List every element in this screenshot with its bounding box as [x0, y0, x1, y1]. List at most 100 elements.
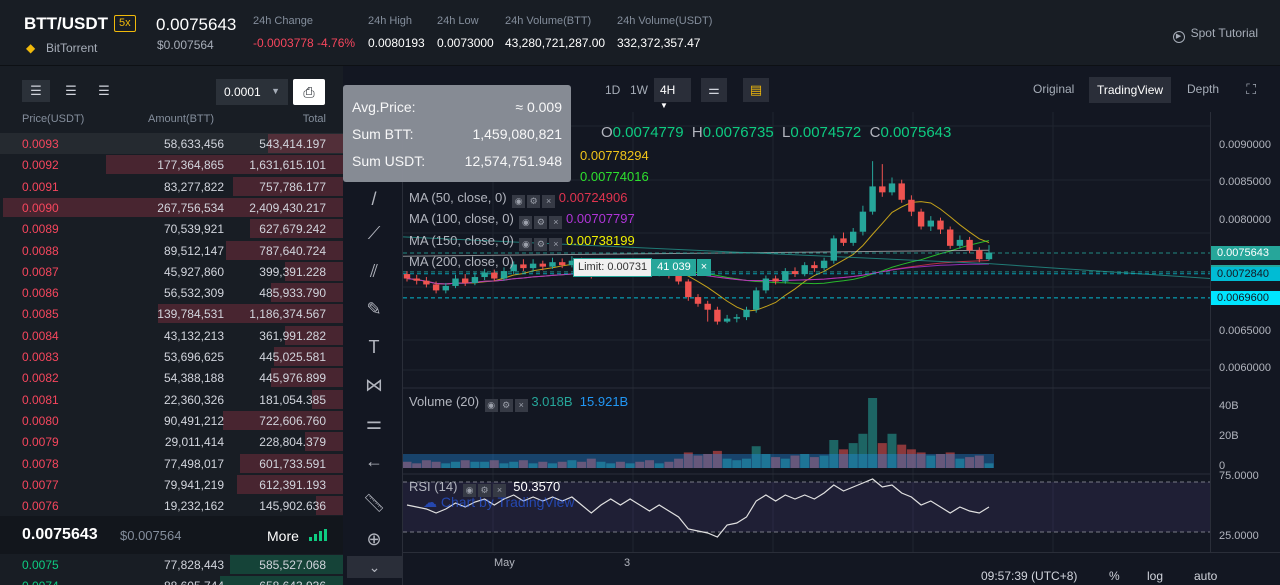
- timeframe-4h[interactable]: 4H ▼: [654, 78, 691, 110]
- ma-200-legend[interactable]: MA (200, close, 0): [409, 254, 514, 269]
- fullscreen-icon[interactable]: ⛶: [1246, 81, 1256, 98]
- price-tag: 0.0069600: [1211, 290, 1280, 305]
- asks-only-view-icon[interactable]: ☰: [90, 80, 118, 102]
- ma-value-top-1: 0.00778294: [580, 148, 649, 163]
- close-icon[interactable]: ×: [549, 238, 563, 251]
- last-price-usd: $0.007564: [157, 38, 214, 52]
- pattern-tool-icon[interactable]: ⋈: [361, 372, 387, 398]
- gear-icon[interactable]: ⚙: [527, 195, 541, 208]
- eye-icon[interactable]: ◉: [512, 195, 526, 208]
- ask-row[interactable]: 0.0077 79,941,219 612,391.193: [0, 474, 343, 495]
- ask-row[interactable]: 0.0084 43,132,213 361,991.282: [0, 325, 343, 346]
- candle-body: [791, 271, 799, 275]
- chevron-down-icon[interactable]: ⌄: [347, 556, 402, 578]
- ask-row[interactable]: 0.0079 29,011,414 228,804.379: [0, 431, 343, 452]
- view-depth[interactable]: Depth: [1187, 82, 1219, 96]
- candle-body: [762, 278, 770, 291]
- bids-only-view-icon[interactable]: ☰: [57, 80, 85, 102]
- ask-total: 228,804.379: [259, 435, 326, 450]
- ask-row[interactable]: 0.0091 83,277,822 757,786.177: [0, 176, 343, 197]
- indicators-icon[interactable]: ⚌: [701, 78, 727, 102]
- eye-icon[interactable]: ◉: [519, 216, 533, 229]
- market-header: BTT/USDT 5x ◆ BitTorrent 0.0075643 $0.00…: [0, 0, 1280, 66]
- ma-label: MA (200, close, 0): [409, 254, 514, 269]
- candle-body: [452, 278, 459, 286]
- ask-row[interactable]: 0.0090 267,756,534 2,409,430.217: [0, 197, 343, 218]
- gear-icon[interactable]: ⚙: [534, 216, 548, 229]
- stat-value: 0.0080193: [368, 36, 425, 50]
- brush-tool-icon[interactable]: ✎: [361, 296, 387, 322]
- ask-row[interactable]: 0.0089 70,539,921 627,679.242: [0, 218, 343, 239]
- log-toggle[interactable]: log: [1147, 569, 1163, 583]
- more-link[interactable]: More: [267, 528, 299, 544]
- ask-row[interactable]: 0.0085 139,784,531 1,186,374.567: [0, 303, 343, 324]
- ask-row[interactable]: 0.0080 90,491,212 722,606.760: [0, 410, 343, 431]
- zoom-in-icon[interactable]: ⊕: [361, 526, 387, 552]
- ask-row[interactable]: 0.0087 45,927,860 399,391.228: [0, 261, 343, 282]
- auto-toggle[interactable]: auto: [1194, 569, 1217, 583]
- channel-tool-icon[interactable]: ⫽: [361, 258, 387, 284]
- ruler-tool-icon[interactable]: 📏︎: [361, 490, 387, 516]
- gear-icon[interactable]: ⚙: [499, 399, 513, 412]
- candle-body: [704, 303, 711, 310]
- eye-icon[interactable]: ◉: [519, 238, 533, 251]
- ask-total: 361,991.282: [259, 328, 326, 343]
- ask-row[interactable]: 0.0076 19,232,162 145,902.636: [0, 495, 343, 516]
- ask-row[interactable]: 0.0093 58,633,456 543,414.197: [0, 133, 343, 154]
- close-icon[interactable]: ×: [514, 399, 528, 412]
- fib-tool-icon[interactable]: ⚌: [361, 410, 387, 436]
- timeframe-1d[interactable]: 1D: [599, 78, 626, 102]
- percent-toggle[interactable]: %: [1109, 569, 1120, 583]
- timeframe-1w[interactable]: 1W: [624, 78, 654, 102]
- ask-row[interactable]: 0.0086 56,532,309 485,933.790: [0, 282, 343, 303]
- ask-row[interactable]: 0.0092 177,364,865 1,631,615.101: [0, 154, 343, 175]
- back-arrow-icon[interactable]: ←: [361, 448, 387, 474]
- close-icon[interactable]: ×: [549, 216, 563, 229]
- gear-icon[interactable]: ⚙: [534, 238, 548, 251]
- eye-icon[interactable]: ◉: [484, 399, 498, 412]
- ask-price: 0.0080: [22, 413, 59, 428]
- ask-row[interactable]: 0.0081 22,360,326 181,054.385: [0, 389, 343, 410]
- both-sides-view-icon[interactable]: ☰: [22, 80, 50, 102]
- precision-select[interactable]: 0.0001 ▼: [216, 79, 288, 105]
- ask-row[interactable]: 0.0088 89,512,147 787,640.724: [0, 240, 343, 261]
- pair-title[interactable]: BTT/USDT: [24, 14, 108, 34]
- ask-row[interactable]: 0.0078 77,498,017 601,733.591: [0, 453, 343, 474]
- close-icon[interactable]: ×: [542, 195, 556, 208]
- price-axis[interactable]: 0.0090000 0.0085000 0.0080000 0.0065000 0.00…: [1210, 112, 1280, 552]
- ma-100-legend[interactable]: MA (100, close, 0) ◉ ⚙ × 0.00707797: [409, 211, 635, 229]
- ma-150-legend[interactable]: MA (150, close, 0) ◉ ⚙ × 0.00738199: [409, 233, 635, 251]
- candle-body: [423, 280, 430, 285]
- watermark-text: Chart by TradingView: [440, 494, 575, 510]
- text-tool-icon[interactable]: T: [361, 334, 387, 360]
- rsi-tick-label: 75.0000: [1219, 470, 1259, 482]
- ask-price: 0.0076: [22, 499, 59, 514]
- crosshair-tool-icon[interactable]: /: [361, 186, 387, 212]
- bid-row[interactable]: 0.0074 88,605,744 658,643.936: [0, 575, 343, 585]
- stat-24h-low: 24h Low 0.0073000: [437, 15, 494, 50]
- ask-price: 0.0079: [22, 435, 59, 450]
- ask-total: 145,902.636: [259, 499, 326, 514]
- trendline-tool-icon[interactable]: ⟋: [361, 220, 387, 246]
- cloud-icon: ☁: [423, 494, 437, 510]
- ask-row[interactable]: 0.0082 54,388,188 445,976.899: [0, 367, 343, 388]
- ma-50-legend[interactable]: MA (50, close, 0) ◉ ⚙ × 0.00724906: [409, 190, 627, 208]
- volume-legend[interactable]: Volume (20) ◉ ⚙ × 3.018B 15.921B: [409, 394, 628, 412]
- limit-order-tag[interactable]: Limit: 0.00731 41 039 ×: [573, 258, 712, 277]
- spot-tutorial-link[interactable]: ▶ Spot Tutorial: [1172, 26, 1258, 43]
- ask-amount: 54,388,188: [163, 371, 224, 386]
- bid-amount: 88,605,744: [164, 579, 224, 585]
- ask-row[interactable]: 0.0083 53,696,625 445,025.581: [0, 346, 343, 367]
- depth-tooltip: Avg.Price: ≈ 0.009 Sum BTT: 1,459,080,82…: [343, 85, 571, 182]
- candle-body: [869, 186, 876, 212]
- view-tradingview[interactable]: TradingView: [1089, 77, 1172, 103]
- chart-settings-icon[interactable]: ▤: [743, 78, 769, 102]
- precision-value: 0.0001: [224, 85, 261, 99]
- candle-body: [937, 220, 944, 230]
- view-original[interactable]: Original: [1033, 82, 1074, 96]
- printer-icon[interactable]: ⎙: [293, 79, 325, 105]
- candle-body: [850, 231, 857, 243]
- bid-row[interactable]: 0.0075 77,828,443 585,527.068: [0, 554, 343, 575]
- close-icon[interactable]: ×: [696, 259, 712, 276]
- ask-total: 445,976.899: [259, 371, 326, 386]
